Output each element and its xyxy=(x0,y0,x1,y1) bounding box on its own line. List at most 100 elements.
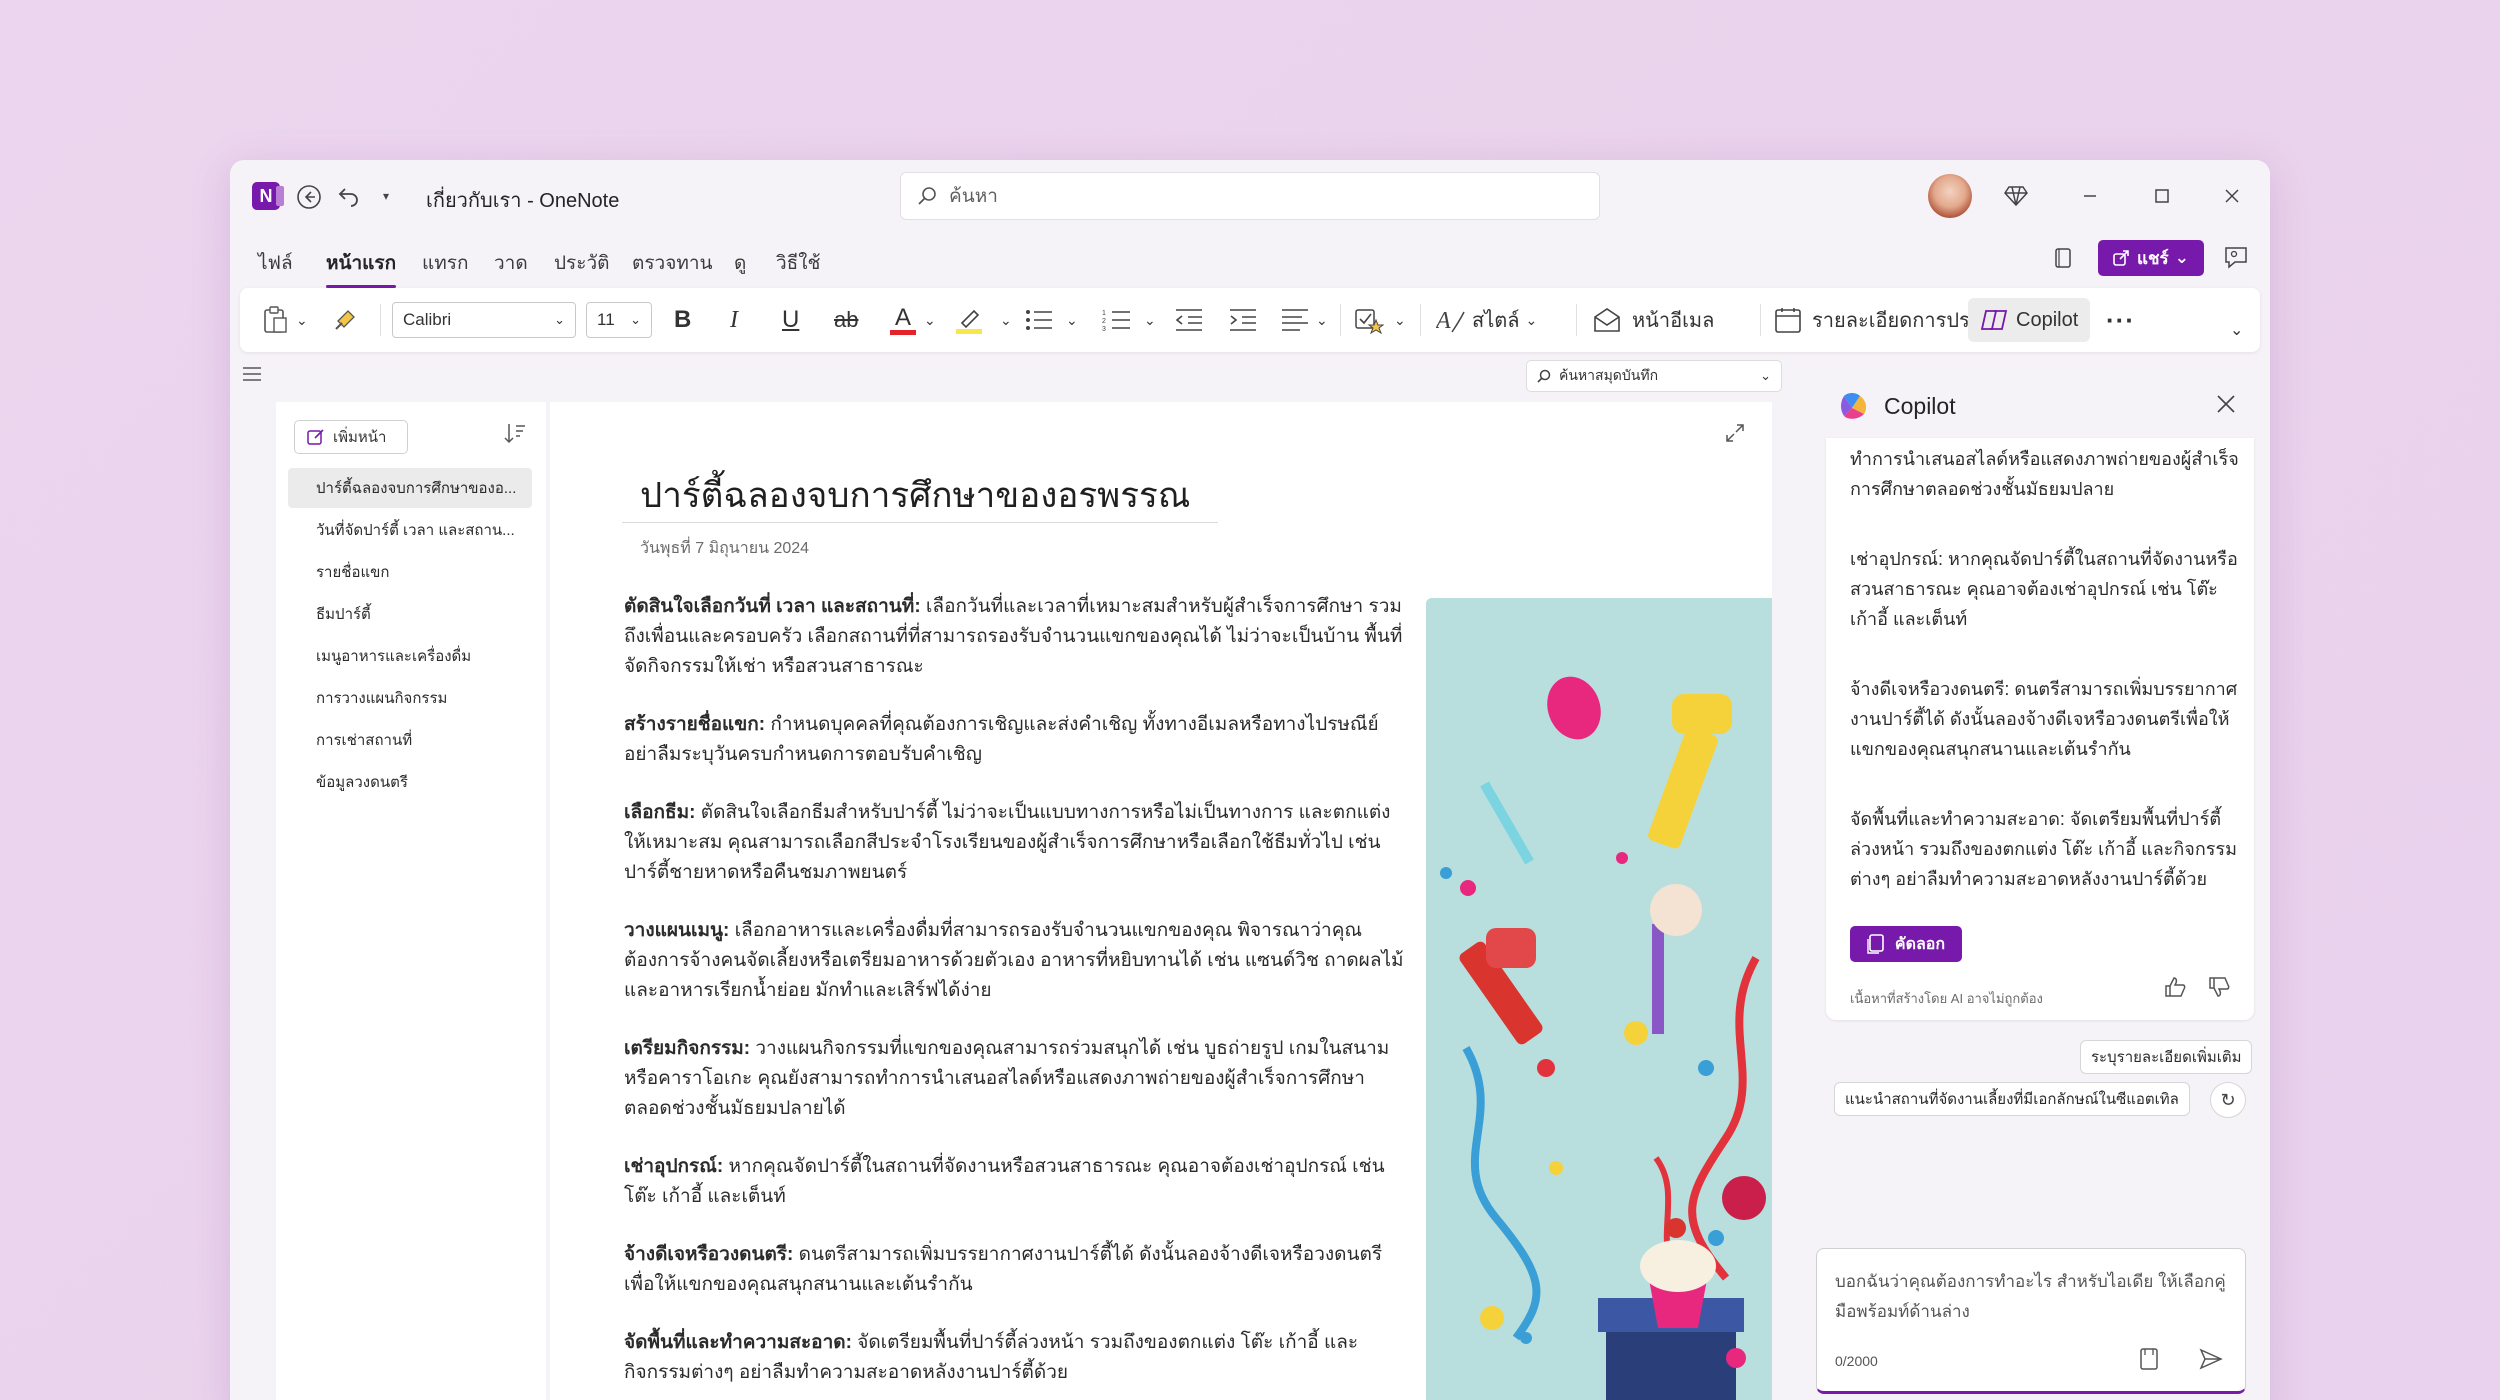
expand-icon[interactable] xyxy=(1724,422,1746,450)
suggestion-chip[interactable]: ระบุรายละเอียดเพิ่มเติม xyxy=(2080,1040,2253,1074)
note-body[interactable]: ตัดสินใจเลือกวันที่ เวลา และสถานที่: เลื… xyxy=(624,592,1404,1400)
decrease-indent-icon[interactable] xyxy=(1174,288,1204,352)
chevron-down-icon: ⌄ xyxy=(630,312,641,327)
copy-icon xyxy=(1867,934,1884,954)
tab-review[interactable]: ตรวจทาน xyxy=(632,248,713,278)
suggestion-chip[interactable]: แนะนำสถานที่จัดงานเลี้ยงที่มีเอกลักษณ์ใน… xyxy=(1834,1082,2190,1116)
bullets-icon[interactable] xyxy=(1024,288,1054,352)
copilot-message: จัดพื้นที่และทำความสะอาด: จัดเตรียมพื้นท… xyxy=(1850,809,2237,889)
ai-disclaimer: เนื้อหาที่สร้างโดย AI อาจไม่ถูกต้อง xyxy=(1850,991,2043,1006)
expand-ribbon-icon[interactable]: ⌄ xyxy=(2230,310,2243,350)
search-input[interactable]: ค้นหา xyxy=(900,172,1600,220)
feedback-icon[interactable] xyxy=(2220,242,2252,274)
italic-button[interactable]: I xyxy=(730,288,738,352)
chevron-down-icon[interactable]: ⌄ xyxy=(1316,288,1328,352)
prompt-placeholder: บอกฉันว่าคุณต้องการทำอะไร สำหรับไอเดีย ใ… xyxy=(1835,1272,2226,1321)
prompt-guide-icon[interactable] xyxy=(2139,1347,2159,1377)
immersive-reader-icon[interactable] xyxy=(2048,242,2080,274)
underline-button[interactable]: U xyxy=(782,288,799,352)
notebook-search-input[interactable]: ค้นหาสมุดบันทึก ⌄ xyxy=(1526,360,1782,392)
copilot-pane: Copilot ทำการนำเสนอสไลด์หรือแสดงภาพถ่ายข… xyxy=(1812,360,2270,1400)
email-page-button[interactable]: หน้าอีเมล xyxy=(1592,288,1714,352)
add-page-button[interactable]: เพิ่มหน้า xyxy=(294,420,408,454)
chevron-down-icon[interactable]: ⌄ xyxy=(1394,288,1406,352)
font-color-button[interactable]: A xyxy=(890,288,916,352)
tab-file[interactable]: ไฟล์ xyxy=(258,248,293,278)
copy-button[interactable]: คัดลอก xyxy=(1850,926,1962,962)
copy-label: คัดลอก xyxy=(1894,935,1946,953)
ribbon-divider xyxy=(1340,304,1341,336)
paragraph-text: ตัดสินใจเลือกธีมสำหรับปาร์ตี้ ไม่ว่าจะเป… xyxy=(624,802,1391,883)
chevron-down-icon[interactable]: ⌄ xyxy=(1000,288,1012,352)
chevron-down-icon[interactable]: ⌄ xyxy=(924,288,936,352)
page-list-item[interactable]: การเช่าสถานที่ xyxy=(288,720,532,760)
note-canvas[interactable]: ปาร์ตี้ฉลองจบการศึกษาของอรพรรณ วันพุธที่… xyxy=(550,402,1772,1400)
note-paragraph: สร้างรายชื่อแขก: กำหนดบุคคลที่คุณต้องการ… xyxy=(624,710,1404,770)
styles-label: สไตล์ xyxy=(1472,310,1520,332)
page-date: วันพุธที่ 7 มิถุนายน 2024 xyxy=(640,540,810,557)
undo-icon[interactable] xyxy=(334,180,364,210)
increase-indent-icon[interactable] xyxy=(1228,288,1258,352)
share-icon xyxy=(2113,250,2129,266)
tab-home[interactable]: หน้าแรก xyxy=(326,248,397,288)
paste-chevron-icon[interactable]: ⌄ xyxy=(296,312,308,329)
page-title[interactable]: ปาร์ตี้ฉลองจบการศึกษาของอรพรรณ xyxy=(640,468,1190,523)
page-list-item[interactable]: รายชื่อแขก xyxy=(288,552,532,592)
paragraph-heading: วางแผนเมนู: xyxy=(624,920,730,941)
tab-history[interactable]: ประวัติ xyxy=(554,248,609,278)
format-painter-icon[interactable] xyxy=(334,288,360,352)
styles-icon: A xyxy=(1436,308,1465,334)
highlight-button[interactable] xyxy=(956,288,982,352)
bold-button[interactable]: B xyxy=(674,288,691,352)
thumbs-down-icon[interactable] xyxy=(2208,976,2230,1004)
send-icon[interactable] xyxy=(2199,1347,2223,1377)
premium-diamond-icon[interactable] xyxy=(2000,180,2032,212)
onenote-window: N ▾ เกี่ยวกับเรา - OneNote ค้นหา ไฟล์ หน… xyxy=(230,160,2270,1400)
svg-text:A: A xyxy=(1436,308,1451,334)
customize-qat-icon[interactable]: ▾ xyxy=(376,184,396,208)
styles-button[interactable]: A สไตล์ ⌄ xyxy=(1436,288,1537,352)
tab-view[interactable]: ดู xyxy=(734,248,746,278)
copilot-message: เช่าอุปกรณ์: หากคุณจัดปาร์ตี้ในสถานที่จั… xyxy=(1850,549,2238,629)
page-list-item[interactable]: การวางแผนกิจกรรม xyxy=(288,678,532,718)
maximize-icon[interactable] xyxy=(2146,180,2178,212)
strikethrough-button[interactable]: ab xyxy=(834,288,858,352)
tab-help[interactable]: วิธีใช้ xyxy=(776,248,820,278)
close-copilot-icon[interactable] xyxy=(2216,390,2236,421)
share-button[interactable]: แชร์ ⌄ xyxy=(2098,240,2204,276)
thumbs-up-icon[interactable] xyxy=(2164,976,2186,1004)
party-image[interactable] xyxy=(1426,598,1772,1400)
ribbon: ⌄ Calibri ⌄ 11 ⌄ B I U ab A ⌄ ⌄ ⌄ 123 ⌄ … xyxy=(240,288,2260,352)
back-icon[interactable] xyxy=(294,182,324,212)
numbering-icon[interactable]: 123 xyxy=(1102,288,1132,352)
copilot-message: ทำการนำเสนอสไลด์หรือแสดงภาพถ่ายของผู้สำเ… xyxy=(1850,449,2239,499)
more-options-button[interactable]: ··· xyxy=(2106,288,2135,352)
font-size-select[interactable]: 11 ⌄ xyxy=(586,302,652,338)
chevron-down-icon[interactable]: ⌄ xyxy=(1066,288,1078,352)
page-list-item[interactable]: เมนูอาหารและเครื่องดื่ม xyxy=(288,636,532,676)
char-counter: 0/2000 xyxy=(1835,1353,1878,1369)
align-icon[interactable] xyxy=(1280,288,1310,352)
minimize-icon[interactable] xyxy=(2074,180,2106,212)
close-icon[interactable] xyxy=(2216,180,2248,212)
copilot-prompt-input[interactable]: บอกฉันว่าคุณต้องการทำอะไร สำหรับไอเดีย ใ… xyxy=(1816,1248,2246,1394)
page-list-item[interactable]: ข้อมูลวงดนตรี xyxy=(288,762,532,802)
avatar[interactable] xyxy=(1928,174,1972,218)
tab-draw[interactable]: วาด xyxy=(494,248,528,278)
refresh-suggestions-icon[interactable]: ↻ xyxy=(2210,1082,2246,1118)
paste-icon[interactable]: ⌄ xyxy=(262,288,308,352)
copilot-ribbon-button[interactable]: Copilot xyxy=(1968,298,2090,342)
tab-insert[interactable]: แทรก xyxy=(422,248,468,278)
hamburger-menu-icon[interactable] xyxy=(242,362,262,388)
page-list-item[interactable]: ธีมปาร์ตี้ xyxy=(288,594,532,634)
note-paragraph: เลือกธีม: ตัดสินใจเลือกธีมสำหรับปาร์ตี้ … xyxy=(624,798,1404,888)
sort-icon[interactable] xyxy=(504,422,526,450)
chevron-down-icon: ⌄ xyxy=(2174,248,2189,267)
font-name-select[interactable]: Calibri ⌄ xyxy=(392,302,576,338)
tag-icon[interactable] xyxy=(1354,288,1384,352)
page-list-item[interactable]: ปาร์ตี้ฉลองจบการศึกษาของอ... xyxy=(288,468,532,508)
chevron-down-icon[interactable]: ⌄ xyxy=(1144,288,1156,352)
svg-text:1: 1 xyxy=(1102,310,1106,317)
share-label: แชร์ xyxy=(2137,248,2169,268)
page-list-item[interactable]: วันที่จัดปาร์ตี้ เวลา และสถาน... xyxy=(288,510,532,550)
